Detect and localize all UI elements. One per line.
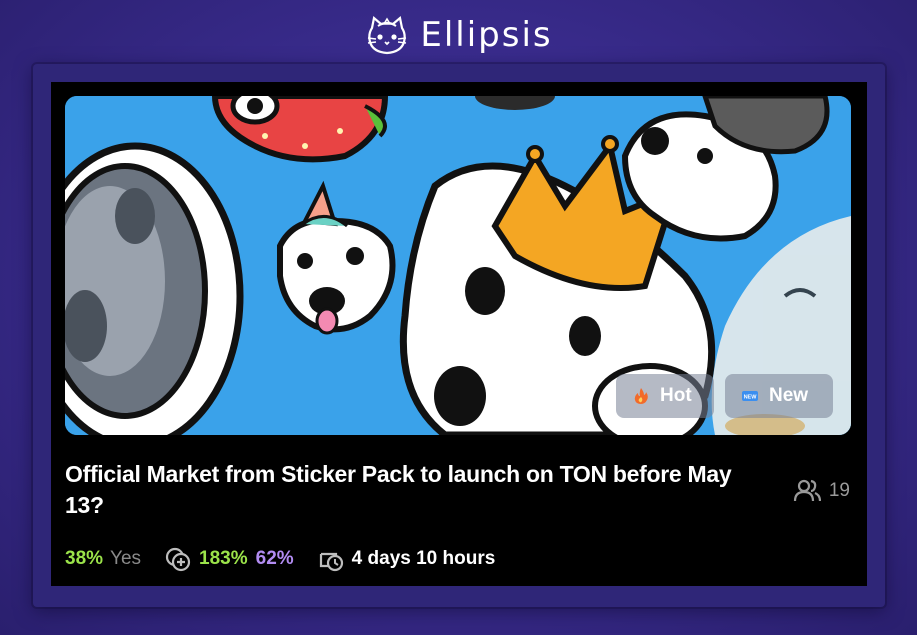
- brand-name: Ellipsis: [420, 15, 553, 55]
- time-remaining: 4 days 10 hours: [351, 548, 496, 569]
- hot-tag-label: Hot: [660, 385, 692, 406]
- market-title[interactable]: Official Market from Sticker Pack to lau…: [65, 459, 745, 521]
- market-stats: 38% Yes 183% 62% 4 days 10 hours: [65, 544, 495, 574]
- participants-count: 19: [793, 478, 850, 504]
- second-percent: 62%: [255, 548, 294, 569]
- hot-tag[interactable]: Hot: [616, 374, 714, 418]
- yes-percent: 38%: [65, 548, 104, 569]
- new-tag[interactable]: NEW New: [725, 374, 833, 418]
- return-percent: 183%: [199, 548, 248, 569]
- yes-label: Yes: [110, 548, 142, 569]
- fire-icon: [634, 388, 648, 404]
- users-icon: [793, 479, 821, 502]
- market-card[interactable]: Hot NEW New Official Market from Sticker…: [51, 82, 867, 586]
- new-tag-label: New: [769, 385, 809, 406]
- coins-plus-icon: [165, 547, 191, 572]
- clock-ticket-icon: [319, 552, 343, 572]
- svg-text:NEW: NEW: [744, 395, 758, 401]
- new-badge-icon: NEW: [742, 391, 758, 401]
- participants-value: 19: [828, 480, 850, 501]
- market-image[interactable]: Hot NEW New: [65, 96, 851, 435]
- brand-header: Ellipsis: [0, 10, 917, 60]
- cat-logo-icon: [368, 15, 407, 55]
